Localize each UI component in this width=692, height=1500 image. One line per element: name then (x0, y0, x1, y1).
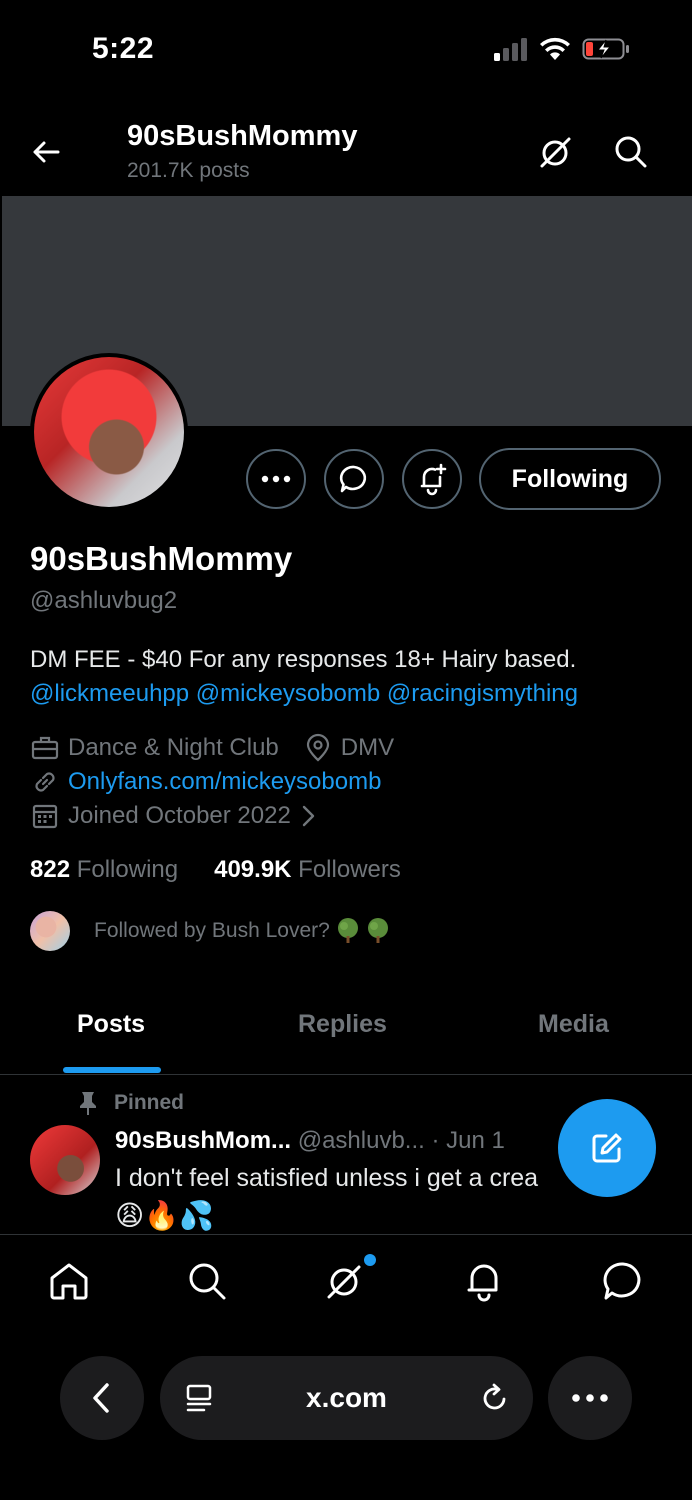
notifications-button[interactable] (402, 449, 462, 509)
post-author-name[interactable]: 90sBushMom... (115, 1127, 291, 1154)
followers-label: Followers (298, 856, 401, 883)
battery-charging-icon (582, 38, 629, 60)
bell-icon (467, 1264, 498, 1302)
tab-media[interactable]: Media (538, 1010, 609, 1039)
nav-search[interactable] (184, 1258, 230, 1304)
header-post-count: 201.7K posts (127, 159, 250, 182)
grok-icon (327, 1265, 361, 1299)
tab-posts[interactable]: Posts (77, 1010, 145, 1039)
wifi-icon (540, 37, 570, 60)
profile-category-location: Dance & Night Club DMV (30, 733, 394, 763)
profile-category: Dance & Night Club (68, 734, 279, 761)
following-button[interactable]: Following (479, 448, 661, 510)
search-button[interactable] (609, 130, 653, 174)
active-tab-indicator (63, 1067, 161, 1073)
post-author-handle: @ashluvb... (297, 1127, 425, 1154)
bio-mention-link[interactable]: @racingismything (387, 680, 578, 707)
post-emojis: 😩🔥💦 (115, 1200, 214, 1231)
profile-avatar[interactable] (30, 353, 188, 511)
profile-bio: DM FEE - $40 For any responses 18+ Hairy… (30, 643, 578, 711)
browser-more-button[interactable] (548, 1356, 632, 1440)
tree-emoji-icon (337, 918, 358, 943)
browser-url: x.com (306, 1382, 387, 1413)
post-author-avatar[interactable] (30, 1125, 100, 1195)
nav-home[interactable] (46, 1258, 92, 1304)
profile-link-row: Onlyfans.com/mickeysobomb (30, 767, 381, 797)
post-text[interactable]: I don't feel satisfied unless i get a cr… (115, 1164, 538, 1193)
pin-icon (80, 1092, 96, 1115)
profile-website-link[interactable]: Onlyfans.com/mickeysobomb (68, 768, 381, 796)
link-icon (35, 772, 55, 792)
followers-count: 409.9K (214, 856, 292, 883)
follower-avatar (30, 911, 70, 951)
arrow-left-icon (33, 141, 60, 163)
profile-handle: @ashluvbug2 (30, 587, 178, 614)
location-pin-icon (306, 733, 329, 762)
tree-emoji-icon (367, 918, 388, 943)
following-count-link[interactable]: 822 Following (30, 856, 178, 884)
grok-notification-dot (364, 1254, 376, 1266)
chevron-right-icon (302, 805, 315, 827)
profile-joined-date: Joined October 2022 (68, 802, 291, 829)
more-options-button[interactable] (246, 449, 306, 509)
search-icon (189, 1263, 226, 1300)
bottom-nav-divider (0, 1234, 692, 1235)
calendar-icon (32, 804, 58, 829)
compose-icon (592, 1133, 622, 1163)
following-count: 822 (30, 856, 71, 883)
pinned-indicator: Pinned (78, 1090, 184, 1116)
followed-by-text: Followed by Bush Lover? (94, 919, 330, 942)
briefcase-icon (31, 736, 59, 760)
grok-icon (540, 137, 571, 168)
more-dots-icon (261, 475, 291, 483)
bio-mention-link[interactable]: @mickeysobomb (196, 680, 380, 707)
post-date: · Jun 1 (431, 1127, 505, 1154)
chat-bubble-icon (339, 465, 367, 493)
header-title: 90sBushMommy (127, 120, 358, 152)
follow-counts: 822 Following 409.9K Followers (30, 856, 401, 884)
chevron-left-icon (93, 1383, 109, 1413)
grok-button[interactable] (534, 130, 578, 174)
profile-display-name: 90sBushMommy (30, 540, 293, 577)
message-button[interactable] (324, 449, 384, 509)
nav-notifications[interactable] (461, 1258, 507, 1304)
compose-post-button[interactable] (558, 1099, 656, 1197)
search-icon (615, 136, 647, 168)
more-dots-icon (572, 1394, 608, 1402)
profile-location: DMV (340, 734, 395, 761)
bio-mention-link[interactable]: @lickmeeuhpp (30, 680, 189, 707)
reload-icon[interactable] (479, 1382, 511, 1414)
browser-back-button[interactable] (60, 1356, 144, 1440)
post-header: 90sBushMom... @ashluvb... · Jun 1 (115, 1127, 505, 1155)
tabs-divider (0, 1074, 692, 1075)
bio-mentions: @lickmeeuhpp @mickeysobomb @racingismyth… (30, 677, 578, 711)
reader-mode-icon (186, 1384, 212, 1412)
bell-plus-icon (420, 463, 447, 496)
back-button[interactable] (26, 132, 66, 172)
nav-messages[interactable] (600, 1258, 646, 1304)
profile-joined-row[interactable]: Joined October 2022 (30, 801, 327, 831)
status-time: 5:22 (92, 32, 155, 65)
cellular-signal-icon (494, 38, 527, 61)
profile-avatar-image (34, 357, 184, 507)
nav-grok[interactable] (322, 1258, 368, 1304)
status-icons (494, 36, 632, 62)
followers-count-link[interactable]: 409.9K Followers (214, 856, 401, 884)
pinned-label: Pinned (114, 1091, 185, 1114)
following-label: Following (76, 856, 179, 883)
bio-text: DM FEE - $40 For any responses 18+ Hairy… (30, 646, 577, 673)
browser-address-bar[interactable]: x.com (160, 1356, 533, 1440)
home-icon (50, 1263, 88, 1300)
tab-replies[interactable]: Replies (298, 1010, 387, 1039)
followed-by-row[interactable]: Followed by Bush Lover? (30, 911, 390, 951)
chat-bubble-icon (603, 1262, 641, 1300)
